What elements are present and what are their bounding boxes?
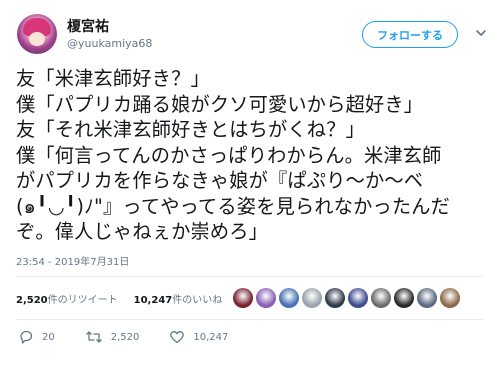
tweet-header: 榎宮祐 @yuukamiya68 フォローする bbox=[11, 10, 489, 60]
tweet-line: 友「米津玄師好き？」 bbox=[16, 67, 210, 90]
liker-avatar[interactable] bbox=[302, 288, 322, 308]
reply-count: 20 bbox=[42, 331, 55, 343]
tweet-line: ぞ。偉人じゃねぇか崇めろ」 bbox=[16, 220, 269, 243]
reply-icon bbox=[20, 330, 33, 344]
like-button[interactable]: 10,247 bbox=[169, 329, 228, 345]
divider bbox=[16, 276, 483, 277]
tweet-line: 僕「何言ってんのかさっぱりわからん。米津玄師 bbox=[16, 143, 442, 167]
tweet-line: 僕「パプリカ踊る娘がクソ可愛いから超好き」 bbox=[16, 92, 424, 116]
liker-avatar[interactable] bbox=[348, 288, 368, 308]
retweets-count: 2,520 bbox=[16, 294, 48, 306]
avatar[interactable] bbox=[17, 14, 57, 54]
tweet-actions: 20 2,520 10,247 bbox=[18, 328, 258, 346]
chevron-down-icon[interactable] bbox=[474, 27, 488, 41]
divider bbox=[16, 319, 483, 320]
liker-avatar[interactable] bbox=[394, 288, 414, 308]
likes-stat[interactable]: 10,247件のいいね bbox=[134, 291, 223, 306]
tweet-text: 友「米津玄師好き？」 僕「パプリカ踊る娘がクソ可愛いから超好き」 友「それ米津玄… bbox=[16, 66, 486, 245]
likes-label: 件のいいね bbox=[172, 294, 223, 306]
heart-icon bbox=[170, 331, 185, 344]
tweet-timestamp[interactable]: 23:54 - 2019年7月31日 bbox=[16, 253, 129, 268]
user-handle[interactable]: @yuukamiya68 bbox=[67, 37, 152, 50]
retweets-label: 件のリツイート bbox=[47, 294, 118, 306]
liker-avatar[interactable] bbox=[417, 288, 437, 308]
display-name[interactable]: 榎宮祐 bbox=[67, 16, 109, 36]
tweet-stats: 2,520件のリツイート 10,247件のいいね bbox=[16, 286, 238, 310]
follow-button[interactable]: フォローする bbox=[362, 21, 458, 48]
liker-avatar[interactable] bbox=[256, 288, 276, 308]
tweet-line: 友「それ米津玄師好きとはちがくね？」 bbox=[16, 118, 365, 141]
retweets-stat[interactable]: 2,520件のリツイート bbox=[16, 291, 118, 306]
liker-avatar[interactable] bbox=[325, 288, 345, 308]
tweet-line: (๑╹◡╹)ﾉ"』ってやってる姿を見られなかったんだ bbox=[16, 194, 451, 218]
likes-count: 10,247 bbox=[133, 294, 173, 306]
tweet-line: がパプリカを作らなきゃ娘が『ぱぷり〜か〜ベ bbox=[16, 169, 424, 192]
like-count: 10,247 bbox=[193, 331, 229, 343]
retweet-button[interactable]: 2,520 bbox=[85, 329, 140, 345]
liker-avatar[interactable] bbox=[279, 288, 299, 308]
liker-avatar[interactable] bbox=[440, 288, 460, 308]
liker-avatar[interactable] bbox=[371, 288, 391, 308]
liker-avatars bbox=[233, 288, 463, 308]
retweet-count: 2,520 bbox=[110, 331, 140, 343]
liker-avatar[interactable] bbox=[233, 288, 253, 308]
retweet-icon bbox=[85, 331, 102, 343]
reply-button[interactable]: 20 bbox=[18, 329, 55, 345]
